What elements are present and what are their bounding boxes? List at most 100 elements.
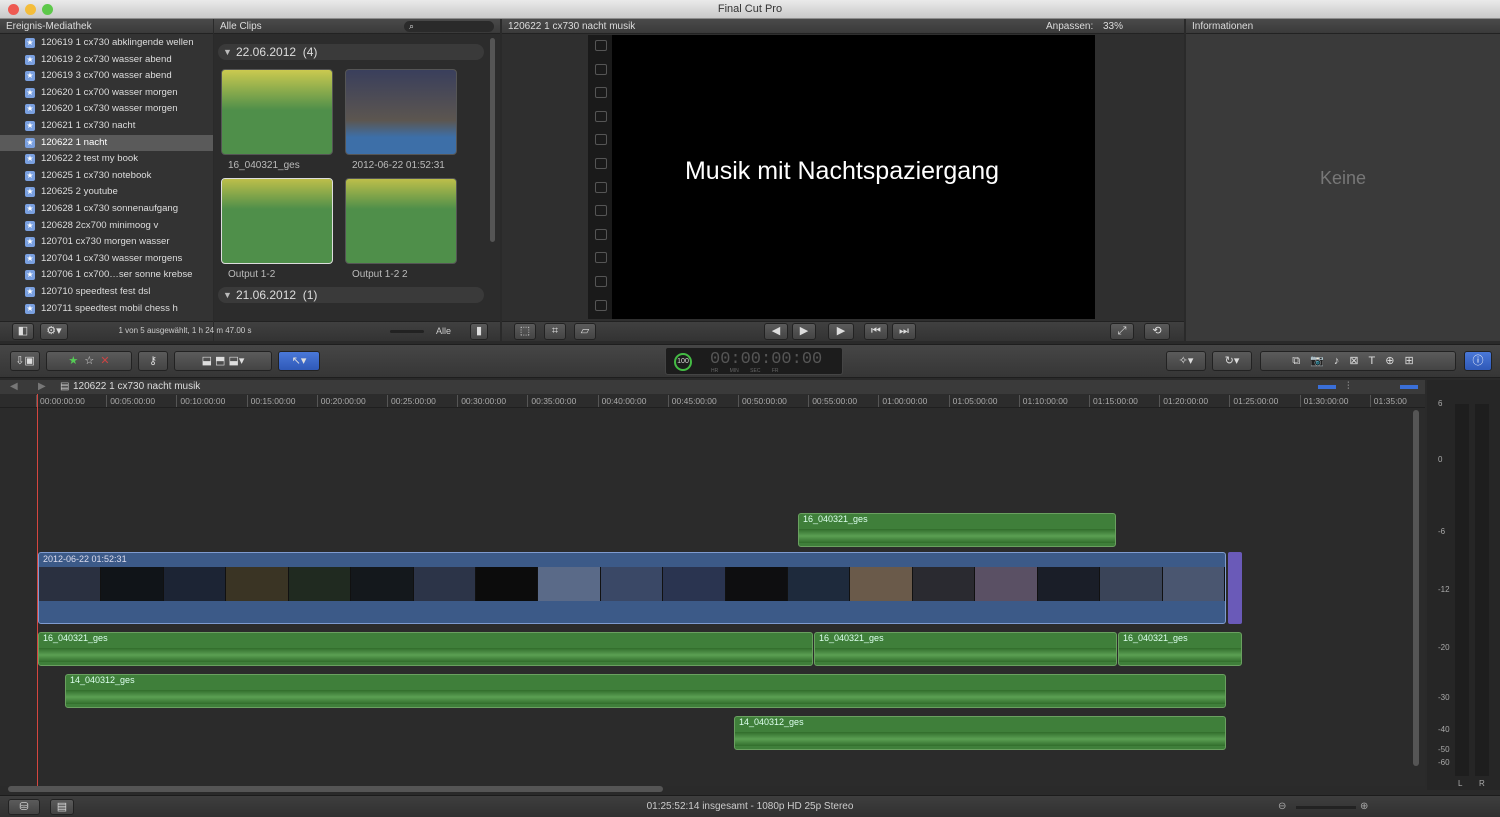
filmstrip-frame[interactable] — [595, 252, 607, 264]
disclosure-triangle-icon[interactable]: ▼ — [223, 44, 232, 60]
timeline-ruler[interactable]: 00:00:00:00 00:05:00:00 00:10:00:00 00:15:0… — [0, 394, 1425, 408]
select-tool[interactable]: ↖▾ — [278, 351, 320, 371]
library-event-item[interactable]: ★ 120622 1 nacht — [0, 134, 213, 152]
reject-icon: ✕ — [100, 355, 110, 367]
zoom-menu[interactable]: 33% — [1103, 19, 1123, 34]
library-event-item[interactable]: ★ 120625 2 youtube — [0, 184, 213, 201]
library-event-item[interactable]: ★ 120704 1 cx730 wasser morgens — [0, 251, 213, 268]
search-icon: ⌕ — [409, 21, 415, 31]
go-to-start-icon[interactable]: ⏮ — [864, 323, 888, 340]
event-star-icon: ★ — [25, 38, 35, 48]
event-star-icon: ★ — [25, 120, 35, 131]
filmstrip-frame[interactable] — [595, 299, 607, 311]
library-event-item[interactable]: ★ 120710 speedtest fest dsl — [0, 284, 213, 301]
playhead[interactable] — [37, 394, 38, 786]
library-event-item[interactable]: ★ 120625 1 cx730 notebook — [0, 168, 213, 185]
library-event-item[interactable]: ★ 120620 1 cx700 wasser morgen — [0, 85, 213, 102]
search-field[interactable]: ⌕ — [404, 21, 494, 32]
clip-thumbnail[interactable] — [345, 69, 457, 155]
clip-filter-menu[interactable]: Alle Clips — [220, 21, 262, 32]
filmstrip-frame[interactable] — [595, 158, 607, 169]
library-event-item[interactable]: ★ 120619 2 cx730 wasser abend — [0, 52, 213, 69]
filmstrip-frame[interactable] — [595, 134, 607, 146]
go-to-end-icon[interactable]: ⏭ — [892, 323, 916, 340]
waveform-toggle[interactable]: ▮ — [470, 323, 488, 340]
library-event-item[interactable]: ★ 120628 2cx700 minimoog v — [0, 218, 213, 235]
audio-clip[interactable]: 16_040321_ges — [814, 632, 1117, 666]
clip-thumbnail[interactable] — [221, 69, 333, 155]
video-clip-label: 2012-06-22 01:52:31 — [43, 554, 127, 564]
filmstrip-frame[interactable] — [595, 87, 607, 99]
audio-clip[interactable]: 16_040321_ges — [798, 513, 1116, 547]
library-event-item[interactable]: ★ 120701 cx730 morgen wasser — [0, 234, 213, 251]
library-event-item[interactable]: ★ 120622 2 test my book — [0, 151, 213, 168]
zoom-in-icon[interactable]: ⊕ — [1360, 796, 1368, 817]
transform-icon[interactable]: ⌗ — [544, 323, 566, 340]
ruler-tick-label: 00:00:00:00 — [36, 395, 85, 407]
show-library-button[interactable]: ◧ — [12, 323, 34, 340]
timeline-index-icon[interactable]: ▤ — [50, 799, 74, 815]
filmstrip-frame[interactable] — [595, 228, 607, 240]
distort-icon[interactable]: ▱ — [574, 323, 596, 340]
fullscreen-icon[interactable]: ⤢ — [1110, 323, 1134, 340]
transition[interactable] — [1228, 552, 1242, 624]
filmstrip-frame[interactable] — [595, 181, 607, 193]
library-event-item[interactable]: ★ 120619 1 cx730 abklingende wellen — [0, 35, 213, 52]
background-tasks-icon[interactable]: ⛁ — [8, 799, 40, 815]
browser-scrollbar[interactable] — [490, 38, 495, 242]
close-window-button[interactable] — [8, 4, 19, 15]
ruler-tick-label: 00:05:00:00 — [106, 395, 155, 407]
audio-clip[interactable]: 16_040321_ges — [1118, 632, 1242, 666]
timeline-scrollbar-vertical[interactable] — [1413, 410, 1419, 766]
library-event-item[interactable]: ★ 120620 1 cx730 wasser morgen — [0, 101, 213, 118]
filmstrip-frame[interactable] — [595, 40, 607, 51]
back-icon[interactable]: ◀ — [10, 380, 18, 394]
filmstrip-frame[interactable] — [595, 110, 607, 122]
prev-frame-icon[interactable]: ◀ — [764, 323, 788, 340]
audio-clip[interactable]: 16_040321_ges — [38, 632, 813, 666]
video-canvas[interactable]: Musik mit Nachtspaziergang — [612, 35, 1095, 319]
import-media-icon[interactable]: ⇩▣ — [10, 351, 40, 371]
library-event-item[interactable]: ★ 120628 1 cx730 sonnenaufgang — [0, 201, 213, 218]
clip-size-slider[interactable] — [390, 330, 424, 333]
library-event-item[interactable]: ★ 120711 speedtest mobil chess h — [0, 301, 213, 318]
edit-buttons[interactable]: ⬓ ⬒ ⬓▾ — [174, 351, 272, 371]
duration-filter[interactable]: Alle — [436, 326, 451, 336]
gear-icon[interactable]: ⚙▾ — [40, 323, 68, 340]
keyword-icon[interactable]: ⚷ — [138, 351, 168, 371]
library-event-item[interactable]: ★ 120619 3 cx700 wasser abend — [0, 68, 213, 85]
rating-buttons[interactable]: ★ ☆ ✕ — [46, 351, 132, 371]
solo-icon[interactable] — [1400, 385, 1418, 389]
enhance-icon[interactable]: ✧▾ — [1166, 351, 1206, 371]
library-event-item[interactable]: ★ 120706 1 cx700…ser sonne krebse — [0, 267, 213, 284]
disclosure-triangle-icon[interactable]: ▼ — [223, 287, 232, 303]
zoom-out-icon[interactable]: ⊖ — [1278, 796, 1286, 817]
loop-icon[interactable]: ⟲ — [1144, 323, 1170, 340]
video-clip[interactable]: 2012-06-22 01:52:31 — [38, 552, 1226, 624]
next-frame-icon[interactable]: ▶ — [792, 323, 816, 340]
date-group-2[interactable]: ▼ 21.06.2012 (1) — [218, 287, 484, 303]
audio-clip[interactable]: 14_040312_ges — [65, 674, 1226, 708]
filmstrip-frame[interactable] — [595, 276, 607, 287]
info-icon[interactable]: ⓘ — [1464, 351, 1492, 371]
clip-thumbnail[interactable] — [221, 178, 333, 264]
retime-icon[interactable]: ↻▾ — [1212, 351, 1252, 371]
clip-label: Output 1-2 2 — [352, 269, 408, 280]
timeline-scrollbar-horizontal[interactable] — [8, 786, 663, 792]
snapping-icon[interactable]: ⫶ — [1347, 380, 1350, 394]
crop-icon[interactable]: ⬚ — [514, 323, 536, 340]
zoom-window-button[interactable] — [42, 4, 53, 15]
clip-thumbnail[interactable] — [345, 178, 457, 264]
audio-clip[interactable]: 14_040312_ges — [734, 716, 1226, 750]
timecode-display[interactable]: 100 00:00:00:00 HR MIN SEC FR — [665, 347, 843, 375]
filmstrip-frame[interactable] — [595, 63, 607, 75]
media-browser-icons[interactable]: ⧉📷♪⊠T⊕⊞ — [1260, 351, 1456, 371]
forward-icon[interactable]: ▶ — [38, 380, 46, 394]
library-event-item[interactable]: ★ 120621 1 cx730 nacht — [0, 118, 213, 135]
play-button[interactable]: ▶ — [828, 323, 854, 340]
minimize-window-button[interactable] — [25, 4, 36, 15]
zoom-slider[interactable] — [1296, 806, 1356, 809]
date-group-1[interactable]: ▼ 22.06.2012 (4) — [218, 44, 484, 60]
audio-skimming-icon[interactable] — [1318, 385, 1336, 389]
filmstrip-frame[interactable] — [595, 205, 607, 217]
